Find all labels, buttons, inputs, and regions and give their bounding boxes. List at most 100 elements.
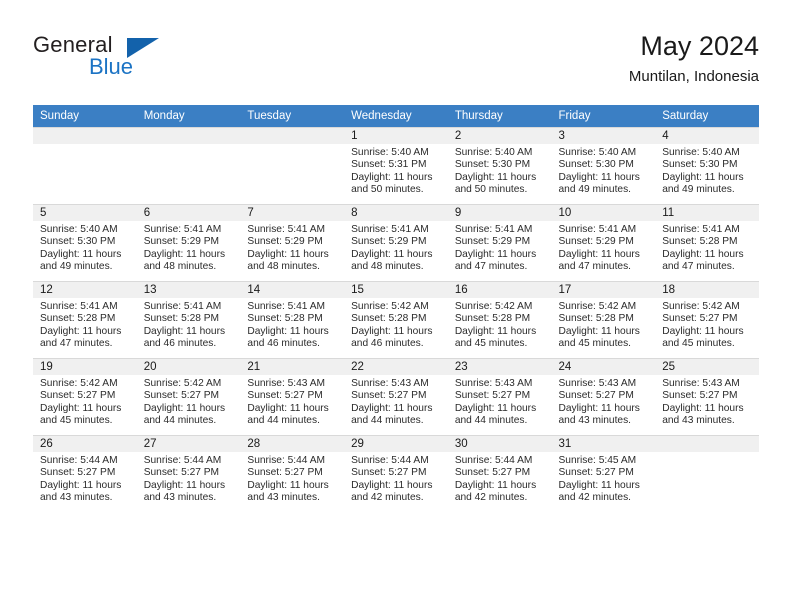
daylight-duration-line1: Daylight: 11 hours [40, 248, 122, 260]
calendar-day-cell[interactable]: 7 Sunrise: 5:41 AM Sunset: 5:29 PM Daylight… [240, 204, 345, 282]
calendar-day-cell[interactable]: 27 Sunrise: 5:44 AM Sunset: 5:27 PM Dayligh… [136, 435, 241, 512]
sunrise-time: Sunrise: 5:43 AM [662, 378, 740, 389]
sunset-time: Sunset: 5:30 PM [454, 159, 531, 171]
day-cell-inner: 14 Sunrise: 5:41 AM Sunset: 5:28 PM Dayligh… [240, 282, 345, 358]
calendar-day-cell[interactable]: 2 Sunrise: 5:40 AM Sunset: 5:30 PM Daylight… [447, 127, 552, 205]
sunrise-time: Sunrise: 5:41 AM [143, 301, 222, 312]
daylight-duration-line1: Daylight: 11 hours [351, 402, 433, 414]
calendar-day-cell[interactable]: 17 Sunrise: 5:42 AM Sunset: 5:28 PM Dayligh… [551, 281, 656, 359]
daylight-duration-line1: Daylight: 11 hours [143, 248, 226, 260]
calendar-day-cell[interactable]: 25 Sunrise: 5:43 AM Sunset: 5:27 PM Dayligh… [655, 358, 759, 436]
daylight-duration-line1: Daylight: 11 hours [454, 402, 537, 414]
daylight-duration-line1: Daylight: 11 hours [558, 171, 640, 183]
day-cell-inner: 4 Sunrise: 5:40 AM Sunset: 5:30 PM Daylight… [655, 128, 759, 204]
day-details: Sunrise: 5:40 AM Sunset: 5:30 PM Daylight:… [33, 221, 137, 274]
day-details: Sunrise: 5:45 AM Sunset: 5:27 PM Daylight:… [552, 452, 656, 505]
daylight-duration-line1: Daylight: 11 hours [351, 325, 433, 337]
daylight-duration-line1: Daylight: 11 hours [247, 402, 329, 414]
calendar-day-cell[interactable]: 13 Sunrise: 5:41 AM Sunset: 5:28 PM Dayligh… [136, 281, 241, 359]
daylight-duration-line1: Daylight: 11 hours [558, 402, 640, 414]
day-cell-inner: 20 Sunrise: 5:42 AM Sunset: 5:27 PM Dayligh… [136, 359, 241, 435]
calendar-day-cell[interactable]: 30 Sunrise: 5:44 AM Sunset: 5:27 PM Dayligh… [447, 435, 552, 512]
daylight-duration-line1: Daylight: 11 hours [662, 171, 744, 183]
daylight-duration-line2: and 46 minutes. [351, 338, 424, 350]
day-number: 5 [33, 205, 137, 221]
calendar-day-cell[interactable]: 10 Sunrise: 5:41 AM Sunset: 5:29 PM Dayligh… [551, 204, 656, 282]
general-blue-logo[interactable]: General Blue [33, 32, 293, 92]
calendar-day-cell[interactable]: 28 Sunrise: 5:44 AM Sunset: 5:27 PM Dayligh… [240, 435, 345, 512]
day-details: Sunrise: 5:43 AM Sunset: 5:27 PM Daylight:… [344, 375, 448, 428]
day-cell-inner: 15 Sunrise: 5:42 AM Sunset: 5:28 PM Dayligh… [344, 282, 448, 358]
daylight-duration-line1: Daylight: 11 hours [454, 325, 537, 337]
calendar-day-cell[interactable]: 18 Sunrise: 5:42 AM Sunset: 5:27 PM Dayligh… [655, 281, 759, 359]
day-details: Sunrise: 5:41 AM Sunset: 5:29 PM Daylight:… [448, 221, 552, 274]
sunset-time: Sunset: 5:28 PM [454, 313, 531, 325]
calendar-day-cell[interactable]: 16 Sunrise: 5:42 AM Sunset: 5:28 PM Dayligh… [447, 281, 552, 359]
sunset-time: Sunset: 5:28 PM [247, 313, 323, 325]
calendar-day-cell[interactable]: 11 Sunrise: 5:41 AM Sunset: 5:28 PM Dayligh… [655, 204, 759, 282]
calendar-week-row: 26 Sunrise: 5:44 AM Sunset: 5:27 PM Dayligh… [33, 435, 759, 512]
sunset-time: Sunset: 5:28 PM [351, 313, 427, 325]
sunrise-sunset-calendar: Sunday Monday Tuesday Wednesday Thursday… [33, 105, 759, 512]
calendar-cell-empty [136, 127, 241, 205]
calendar-page: General Blue May 2024 Muntilan, Indonesi… [0, 0, 792, 612]
calendar-day-cell[interactable]: 15 Sunrise: 5:42 AM Sunset: 5:28 PM Dayligh… [344, 281, 448, 359]
sunrise-time: Sunrise: 5:42 AM [143, 378, 222, 389]
calendar-day-cell[interactable]: 22 Sunrise: 5:43 AM Sunset: 5:27 PM Dayligh… [344, 358, 448, 436]
calendar-day-cell[interactable]: 21 Sunrise: 5:43 AM Sunset: 5:27 PM Dayligh… [240, 358, 345, 436]
calendar-day-cell[interactable]: 1 Sunrise: 5:40 AM Sunset: 5:31 PM Daylight… [344, 127, 448, 205]
day-cell-inner: 17 Sunrise: 5:42 AM Sunset: 5:28 PM Dayligh… [551, 282, 656, 358]
sunset-time: Sunset: 5:29 PM [247, 236, 323, 248]
calendar-day-cell[interactable]: 3 Sunrise: 5:40 AM Sunset: 5:30 PM Daylight… [551, 127, 656, 205]
day-number: 19 [33, 359, 137, 375]
daylight-duration-line2: and 47 minutes. [662, 261, 735, 273]
daylight-duration-line2: and 45 minutes. [558, 338, 632, 350]
calendar-day-cell[interactable]: 31 Sunrise: 5:45 AM Sunset: 5:27 PM Dayligh… [551, 435, 656, 512]
day-number: 30 [447, 436, 552, 452]
weekday-header-saturday: Saturday [655, 105, 759, 128]
calendar-day-cell[interactable]: 8 Sunrise: 5:41 AM Sunset: 5:29 PM Daylight… [344, 204, 448, 282]
daylight-duration-line1: Daylight: 11 hours [247, 248, 329, 260]
sunset-time: Sunset: 5:27 PM [247, 390, 323, 402]
sunset-time: Sunset: 5:27 PM [40, 390, 116, 402]
calendar-day-cell[interactable]: 14 Sunrise: 5:41 AM Sunset: 5:28 PM Dayligh… [240, 281, 345, 359]
calendar-day-cell[interactable]: 5 Sunrise: 5:40 AM Sunset: 5:30 PM Daylight… [33, 204, 137, 282]
day-cell-inner: 12 Sunrise: 5:41 AM Sunset: 5:28 PM Dayligh… [33, 282, 137, 358]
calendar-cell-empty [240, 127, 345, 205]
day-number: 18 [655, 282, 759, 298]
calendar-day-cell[interactable]: 19 Sunrise: 5:42 AM Sunset: 5:27 PM Dayligh… [33, 358, 137, 436]
day-cell-inner: 23 Sunrise: 5:43 AM Sunset: 5:27 PM Dayligh… [447, 359, 552, 435]
day-number: 12 [33, 282, 137, 298]
day-cell-inner [655, 436, 759, 512]
sunset-time: Sunset: 5:28 PM [558, 313, 634, 325]
title-block: May 2024 Muntilan, Indonesia [629, 30, 759, 88]
day-number: 29 [344, 436, 448, 452]
daylight-duration-line1: Daylight: 11 hours [40, 325, 122, 337]
sunrise-time: Sunrise: 5:44 AM [351, 455, 429, 466]
sunrise-time: Sunrise: 5:40 AM [662, 147, 740, 158]
calendar-day-cell[interactable]: 12 Sunrise: 5:41 AM Sunset: 5:28 PM Dayligh… [33, 281, 137, 359]
daylight-duration-line2: and 47 minutes. [40, 338, 113, 350]
daylight-duration-line2: and 47 minutes. [558, 261, 632, 273]
day-number [655, 436, 759, 452]
weekday-header-monday: Monday [136, 105, 241, 128]
calendar-day-cell[interactable]: 4 Sunrise: 5:40 AM Sunset: 5:30 PM Daylight… [655, 127, 759, 205]
calendar-day-cell[interactable]: 26 Sunrise: 5:44 AM Sunset: 5:27 PM Dayligh… [33, 435, 137, 512]
calendar-day-cell[interactable]: 23 Sunrise: 5:43 AM Sunset: 5:27 PM Dayligh… [447, 358, 552, 436]
calendar-day-cell[interactable]: 6 Sunrise: 5:41 AM Sunset: 5:29 PM Daylight… [136, 204, 241, 282]
day-details: Sunrise: 5:41 AM Sunset: 5:29 PM Daylight:… [137, 221, 241, 274]
calendar-day-cell[interactable]: 20 Sunrise: 5:42 AM Sunset: 5:27 PM Dayligh… [136, 358, 241, 436]
day-number: 9 [447, 205, 552, 221]
day-cell-inner: 1 Sunrise: 5:40 AM Sunset: 5:31 PM Daylight… [344, 128, 448, 204]
daylight-duration-line1: Daylight: 11 hours [247, 325, 329, 337]
day-cell-inner: 13 Sunrise: 5:41 AM Sunset: 5:28 PM Dayligh… [136, 282, 241, 358]
daylight-duration-line1: Daylight: 11 hours [662, 402, 744, 414]
calendar-day-cell[interactable]: 9 Sunrise: 5:41 AM Sunset: 5:29 PM Daylight… [447, 204, 552, 282]
daylight-duration-line2: and 49 minutes. [558, 184, 632, 196]
calendar-day-cell[interactable]: 24 Sunrise: 5:43 AM Sunset: 5:27 PM Dayligh… [551, 358, 656, 436]
daylight-duration-line1: Daylight: 11 hours [454, 171, 537, 183]
daylight-duration-line2: and 42 minutes. [558, 492, 632, 504]
calendar-day-cell[interactable]: 29 Sunrise: 5:44 AM Sunset: 5:27 PM Dayligh… [344, 435, 448, 512]
sunrise-time: Sunrise: 5:41 AM [143, 224, 222, 235]
sunset-time: Sunset: 5:27 PM [143, 467, 220, 479]
